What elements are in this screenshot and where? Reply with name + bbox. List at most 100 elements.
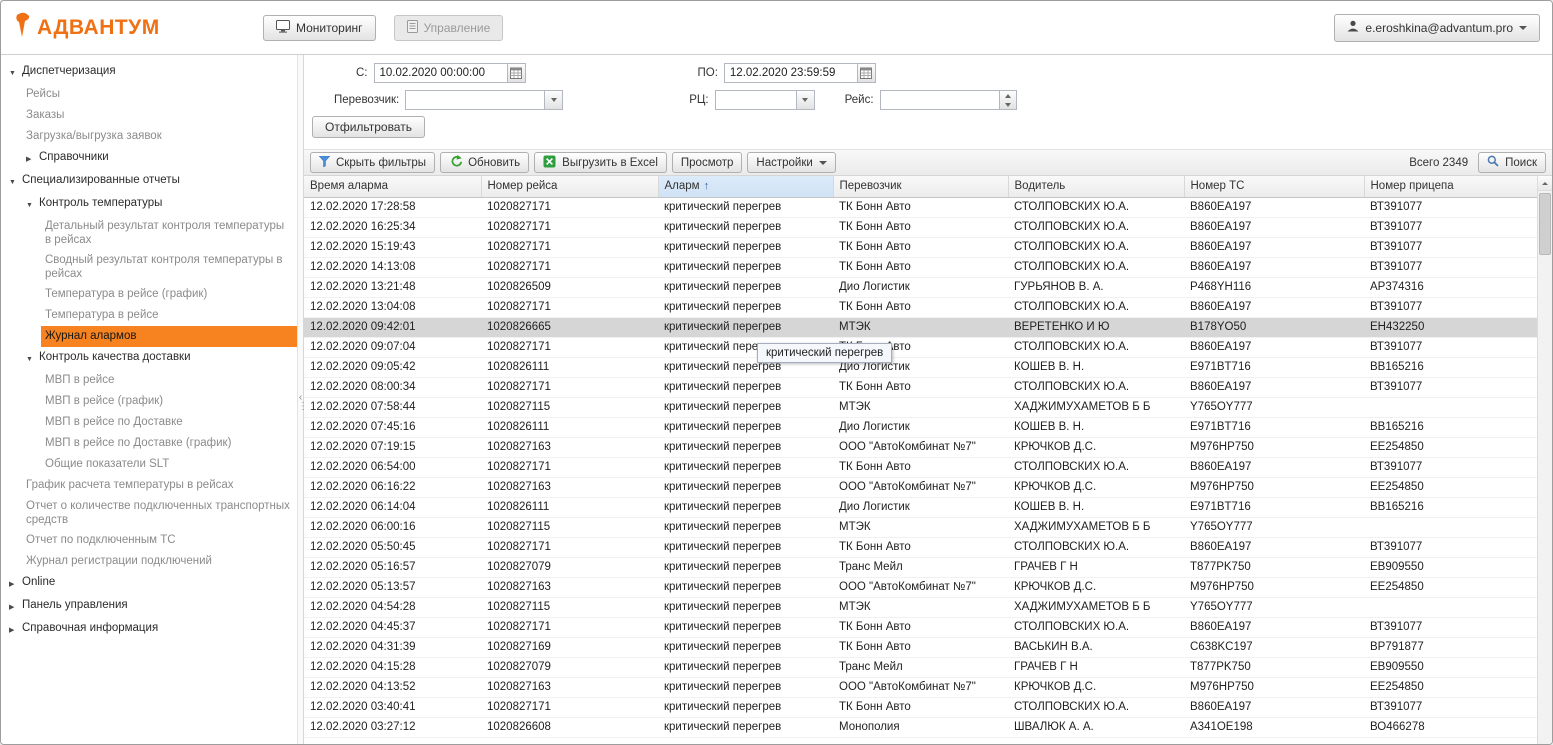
sidebar-item[interactable]: Загрузка/выгрузка заявок — [1, 126, 297, 147]
table-row[interactable]: 12.02.2020 06:16:221020827163критический… — [304, 477, 1537, 497]
table-row[interactable]: 12.02.2020 05:13:571020827163критический… — [304, 577, 1537, 597]
chevron-down-icon[interactable]: ▼ — [26, 350, 39, 367]
table-row[interactable]: 12.02.2020 08:00:341020827171критический… — [304, 377, 1537, 397]
table-row[interactable]: 12.02.2020 09:07:041020827171критический… — [304, 337, 1537, 357]
date-to-input[interactable] — [724, 63, 858, 83]
table-cell: КОШЕВ В. Н. — [1008, 497, 1184, 517]
table-row[interactable]: 12.02.2020 14:13:081020827171критический… — [304, 257, 1537, 277]
carrier-combo-input[interactable] — [405, 90, 545, 110]
column-header[interactable]: Водитель — [1008, 176, 1184, 197]
spinner-up-icon[interactable] — [1000, 91, 1016, 100]
sidebar-item[interactable]: Температура в рейсе (график) — [1, 284, 297, 305]
chevron-down-icon[interactable]: ▼ — [9, 173, 22, 190]
date-from-input[interactable] — [374, 63, 508, 83]
table-row[interactable]: 12.02.2020 04:31:391020827169критический… — [304, 637, 1537, 657]
chevron-right-icon[interactable]: ▶ — [26, 150, 39, 167]
trip-number-input[interactable] — [880, 90, 1000, 110]
sidebar-item[interactable]: Отчет о количестве подключенных транспор… — [1, 496, 297, 530]
table-row[interactable]: 12.02.2020 04:13:521020827163критический… — [304, 677, 1537, 697]
refresh-button[interactable]: Обновить — [440, 152, 529, 173]
table-row[interactable]: 12.02.2020 09:05:421020826111критический… — [304, 357, 1537, 377]
sidebar-item[interactable]: ▶Панель управления — [1, 595, 297, 618]
sidebar-item[interactable]: ▼Контроль качества доставки — [1, 347, 297, 370]
vertical-scrollbar[interactable] — [1537, 176, 1552, 744]
table-row[interactable]: 12.02.2020 09:42:011020826665критический… — [304, 317, 1537, 337]
table-row[interactable]: 12.02.2020 15:19:431020827171критический… — [304, 237, 1537, 257]
sidebar-item[interactable]: Детальный результат контроля температуры… — [1, 216, 297, 250]
chevron-down-icon[interactable] — [545, 90, 563, 110]
table-row[interactable]: 12.02.2020 03:27:121020826608критический… — [304, 717, 1537, 737]
management-button[interactable]: Управление — [394, 15, 504, 41]
trip-label: Рейс: — [845, 94, 874, 106]
table-cell: ЕВ909550 — [1364, 657, 1537, 677]
table-row[interactable]: 12.02.2020 06:14:041020826111критический… — [304, 497, 1537, 517]
user-menu-button[interactable]: e.eroshkina@advantum.pro — [1334, 14, 1540, 42]
chevron-down-icon[interactable]: ▼ — [9, 64, 22, 81]
table-row[interactable]: 12.02.2020 03:40:411020827171критический… — [304, 697, 1537, 717]
sidebar-item[interactable]: ▶Справочная информация — [1, 618, 297, 641]
column-header[interactable]: Номер рейса — [481, 176, 658, 197]
table-row[interactable]: 12.02.2020 07:45:161020826111критический… — [304, 417, 1537, 437]
settings-button[interactable]: Настройки — [747, 152, 835, 173]
sidebar-item[interactable]: ▼Контроль температуры — [1, 193, 297, 216]
table-cell: 1020827169 — [481, 637, 658, 657]
sidebar-item[interactable]: МВП в рейсе (график) — [1, 391, 297, 412]
table-row[interactable]: 12.02.2020 07:19:151020827163критический… — [304, 437, 1537, 457]
scroll-up-icon[interactable] — [1538, 176, 1552, 191]
table-row[interactable]: 12.02.2020 05:16:571020827079критический… — [304, 557, 1537, 577]
sidebar-splitter[interactable]: ‹⋮ — [297, 55, 304, 744]
table-row[interactable]: 12.02.2020 07:58:441020827115критический… — [304, 397, 1537, 417]
sidebar-item[interactable]: Температура в рейсе — [1, 305, 297, 326]
chevron-right-icon[interactable]: ▶ — [9, 621, 22, 638]
search-button[interactable]: Поиск — [1478, 152, 1546, 173]
table-cell: Транс Мейл — [833, 657, 1008, 677]
table-row[interactable]: 12.02.2020 04:15:281020827079критический… — [304, 657, 1537, 677]
quantity-stepper[interactable] — [1000, 90, 1017, 110]
table-row[interactable]: 12.02.2020 13:04:081020827171критический… — [304, 297, 1537, 317]
spinner-down-icon[interactable] — [1000, 100, 1016, 109]
column-header[interactable]: Номер прицепа — [1364, 176, 1537, 197]
column-header[interactable]: Время аларма — [304, 176, 481, 197]
calendar-icon[interactable] — [858, 63, 876, 83]
scrollbar-thumb[interactable] — [1539, 193, 1551, 255]
rc-combo-input[interactable] — [715, 90, 797, 110]
column-header[interactable]: Перевозчик — [833, 176, 1008, 197]
table-row[interactable]: 12.02.2020 04:54:281020827115критический… — [304, 597, 1537, 617]
sidebar-item[interactable]: ▶Online — [1, 572, 297, 595]
sidebar-item[interactable]: МВП в рейсе по Доставке (график) — [1, 433, 297, 454]
table-row[interactable]: 12.02.2020 17:28:581020827171критический… — [304, 197, 1537, 217]
column-header[interactable]: Аларм↑ — [658, 176, 833, 197]
table-cell: МТЭК — [833, 517, 1008, 537]
sidebar-item[interactable]: Журнал регистрации подключений — [1, 551, 297, 572]
monitoring-button[interactable]: Мониторинг — [263, 15, 376, 41]
sidebar-item[interactable]: МВП в рейсе по Доставке — [1, 412, 297, 433]
table-row[interactable]: 12.02.2020 06:00:161020827115критический… — [304, 517, 1537, 537]
sidebar-item[interactable]: Журнал алармов — [41, 326, 297, 347]
sidebar-item[interactable]: ▼Специализированные отчеты — [1, 170, 297, 193]
chevron-down-icon[interactable]: ▼ — [26, 196, 39, 213]
sidebar-item[interactable]: Сводный результат контроля температуры в… — [1, 250, 297, 284]
table-row[interactable]: 12.02.2020 06:54:001020827171критический… — [304, 457, 1537, 477]
sidebar-item[interactable]: ▼Диспетчеризация — [1, 61, 297, 84]
table-row[interactable]: 12.02.2020 13:21:481020826509критический… — [304, 277, 1537, 297]
sidebar-item[interactable]: ▶Справочники — [1, 147, 297, 170]
table-row[interactable]: 12.02.2020 04:45:371020827171критический… — [304, 617, 1537, 637]
export-excel-button[interactable]: Выгрузить в Excel — [534, 152, 667, 173]
chevron-right-icon[interactable]: ▶ — [9, 575, 22, 592]
sidebar-item[interactable]: МВП в рейсе — [1, 370, 297, 391]
sidebar-item[interactable]: Заказы — [1, 105, 297, 126]
sidebar-item[interactable]: Отчет по подключенным ТС — [1, 530, 297, 551]
table-row[interactable]: 12.02.2020 05:50:451020827171критический… — [304, 537, 1537, 557]
table-row[interactable]: 12.02.2020 16:25:341020827171критический… — [304, 217, 1537, 237]
column-header[interactable]: Номер ТС — [1184, 176, 1364, 197]
collapse-left-icon[interactable]: ‹⋮ — [298, 393, 303, 411]
view-button[interactable]: Просмотр — [672, 152, 743, 173]
calendar-icon[interactable] — [508, 63, 526, 83]
chevron-down-icon[interactable] — [797, 90, 815, 110]
hide-filters-button[interactable]: Скрыть фильтры — [310, 152, 435, 173]
chevron-right-icon[interactable]: ▶ — [9, 598, 22, 615]
sidebar-item[interactable]: Общие показатели SLT — [1, 454, 297, 475]
sidebar-item[interactable]: График расчета температуры в рейсах — [1, 475, 297, 496]
apply-filter-button[interactable]: Отфильтровать — [312, 116, 425, 138]
sidebar-item[interactable]: Рейсы — [1, 84, 297, 105]
